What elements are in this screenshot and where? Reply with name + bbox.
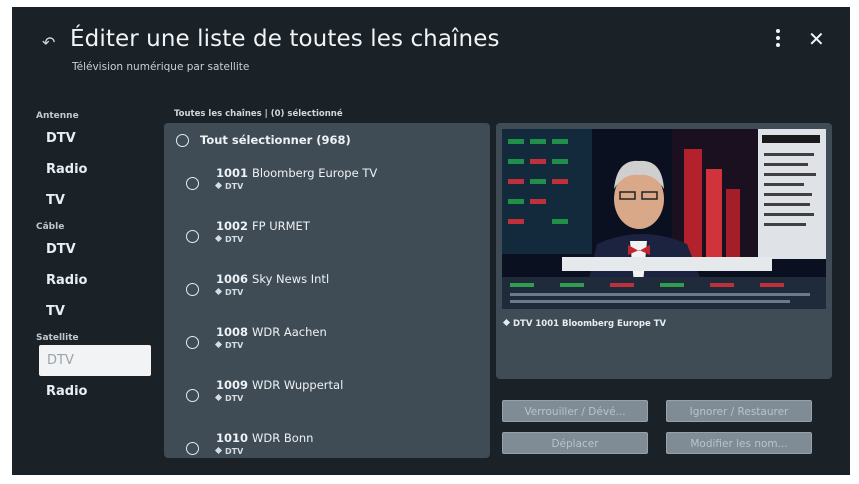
radio-unchecked-icon xyxy=(186,336,199,349)
channel-row[interactable]: 1008 WDR Aachen DTV xyxy=(164,320,490,370)
radio-unchecked-icon xyxy=(186,177,199,190)
sidebar-group-antenna: Antenne xyxy=(36,111,79,121)
channel-name: WDR Aachen xyxy=(252,325,327,339)
radio-unchecked-icon xyxy=(186,283,199,296)
channel-row[interactable]: 1009 WDR Wuppertal DTV xyxy=(164,373,490,423)
preview-caption-text: DTV 1001 Bloomberg Europe TV xyxy=(513,319,667,329)
channel-type: DTV xyxy=(225,235,244,244)
lock-unlock-button[interactable]: Verrouiller / Dévé... xyxy=(502,400,648,422)
signal-type-icon xyxy=(214,234,223,243)
preview-frame-image xyxy=(502,129,826,309)
sidebar-item-satellite-radio[interactable]: Radio xyxy=(36,376,158,407)
page-subtitle: Télévision numérique par satellite xyxy=(72,61,250,73)
channel-number: 1006 xyxy=(216,272,249,286)
select-all-radio-icon xyxy=(176,134,189,147)
channel-name: Bloomberg Europe TV xyxy=(252,166,378,180)
channel-number: 1010 xyxy=(216,431,249,445)
page-title: Éditer une liste de toutes les chaînes xyxy=(70,26,500,52)
sidebar-item-antenna-tv[interactable]: TV xyxy=(36,185,158,216)
radio-unchecked-icon xyxy=(186,442,199,455)
channel-row[interactable]: 1006 Sky News Intl DTV xyxy=(164,267,490,317)
channel-type: DTV xyxy=(225,182,244,191)
signal-type-icon xyxy=(214,446,223,455)
channel-name: FP URMET xyxy=(252,219,310,233)
channel-type: DTV xyxy=(225,447,244,456)
select-all-checkbox[interactable]: Tout sélectionner (968) xyxy=(164,131,490,151)
channel-name: Sky News Intl xyxy=(252,272,330,286)
sidebar: Antenne DTV Radio TV Câble DTV Radio TV … xyxy=(36,105,158,407)
sidebar-item-cable-dtv[interactable]: DTV xyxy=(36,234,158,265)
channel-number: 1009 xyxy=(216,378,249,392)
sidebar-group-cable: Câble xyxy=(36,222,65,232)
sidebar-item-antenna-radio[interactable]: Radio xyxy=(36,154,158,185)
sidebar-item-cable-tv[interactable]: TV xyxy=(36,296,158,327)
sidebar-group-satellite: Satellite xyxy=(36,333,79,343)
channel-number: 1002 xyxy=(216,219,249,233)
signal-type-icon xyxy=(214,340,223,349)
sidebar-item-cable-radio[interactable]: Radio xyxy=(36,265,158,296)
channel-type: DTV xyxy=(225,341,244,350)
signal-type-icon xyxy=(214,287,223,296)
channel-name: WDR Wuppertal xyxy=(252,378,344,392)
radio-unchecked-icon xyxy=(186,389,199,402)
channel-type: DTV xyxy=(225,394,244,403)
channel-row[interactable]: 1001 Bloomberg Europe TV DTV xyxy=(164,161,490,211)
ignore-restore-button[interactable]: Ignorer / Restaurer xyxy=(666,400,812,422)
radio-unchecked-icon xyxy=(186,230,199,243)
move-button[interactable]: Déplacer xyxy=(502,432,648,454)
channel-row[interactable]: 1010 WDR Bonn DTV xyxy=(164,426,490,458)
channel-type: DTV xyxy=(225,288,244,297)
preview-video xyxy=(502,129,826,309)
channel-preview: DTV 1001 Bloomberg Europe TV xyxy=(496,123,832,379)
channel-name: WDR Bonn xyxy=(252,431,314,445)
signal-type-icon xyxy=(214,181,223,190)
back-icon[interactable]: ↶ xyxy=(42,33,55,52)
select-all-label: Tout sélectionner (968) xyxy=(200,133,351,147)
signal-type-icon xyxy=(502,318,511,327)
rename-button[interactable]: Modifier les nom... xyxy=(666,432,812,454)
channel-number: 1001 xyxy=(216,166,249,180)
more-options-icon[interactable] xyxy=(770,29,786,51)
channel-row[interactable]: 1002 FP URMET DTV xyxy=(164,214,490,264)
channel-list: Tout sélectionner (968) 1001 Bloomberg Eu… xyxy=(164,123,490,458)
list-header: Toutes les chaînes | (0) sélectionné xyxy=(174,109,343,119)
tv-screen: ↶ Éditer une liste de toutes les chaînes… xyxy=(12,7,850,475)
sidebar-item-satellite-dtv[interactable]: DTV xyxy=(39,345,151,376)
close-icon[interactable]: ✕ xyxy=(808,27,825,51)
signal-type-icon xyxy=(214,393,223,402)
sidebar-item-antenna-dtv[interactable]: DTV xyxy=(36,123,158,154)
preview-caption: DTV 1001 Bloomberg Europe TV xyxy=(502,318,667,329)
channel-number: 1008 xyxy=(216,325,249,339)
